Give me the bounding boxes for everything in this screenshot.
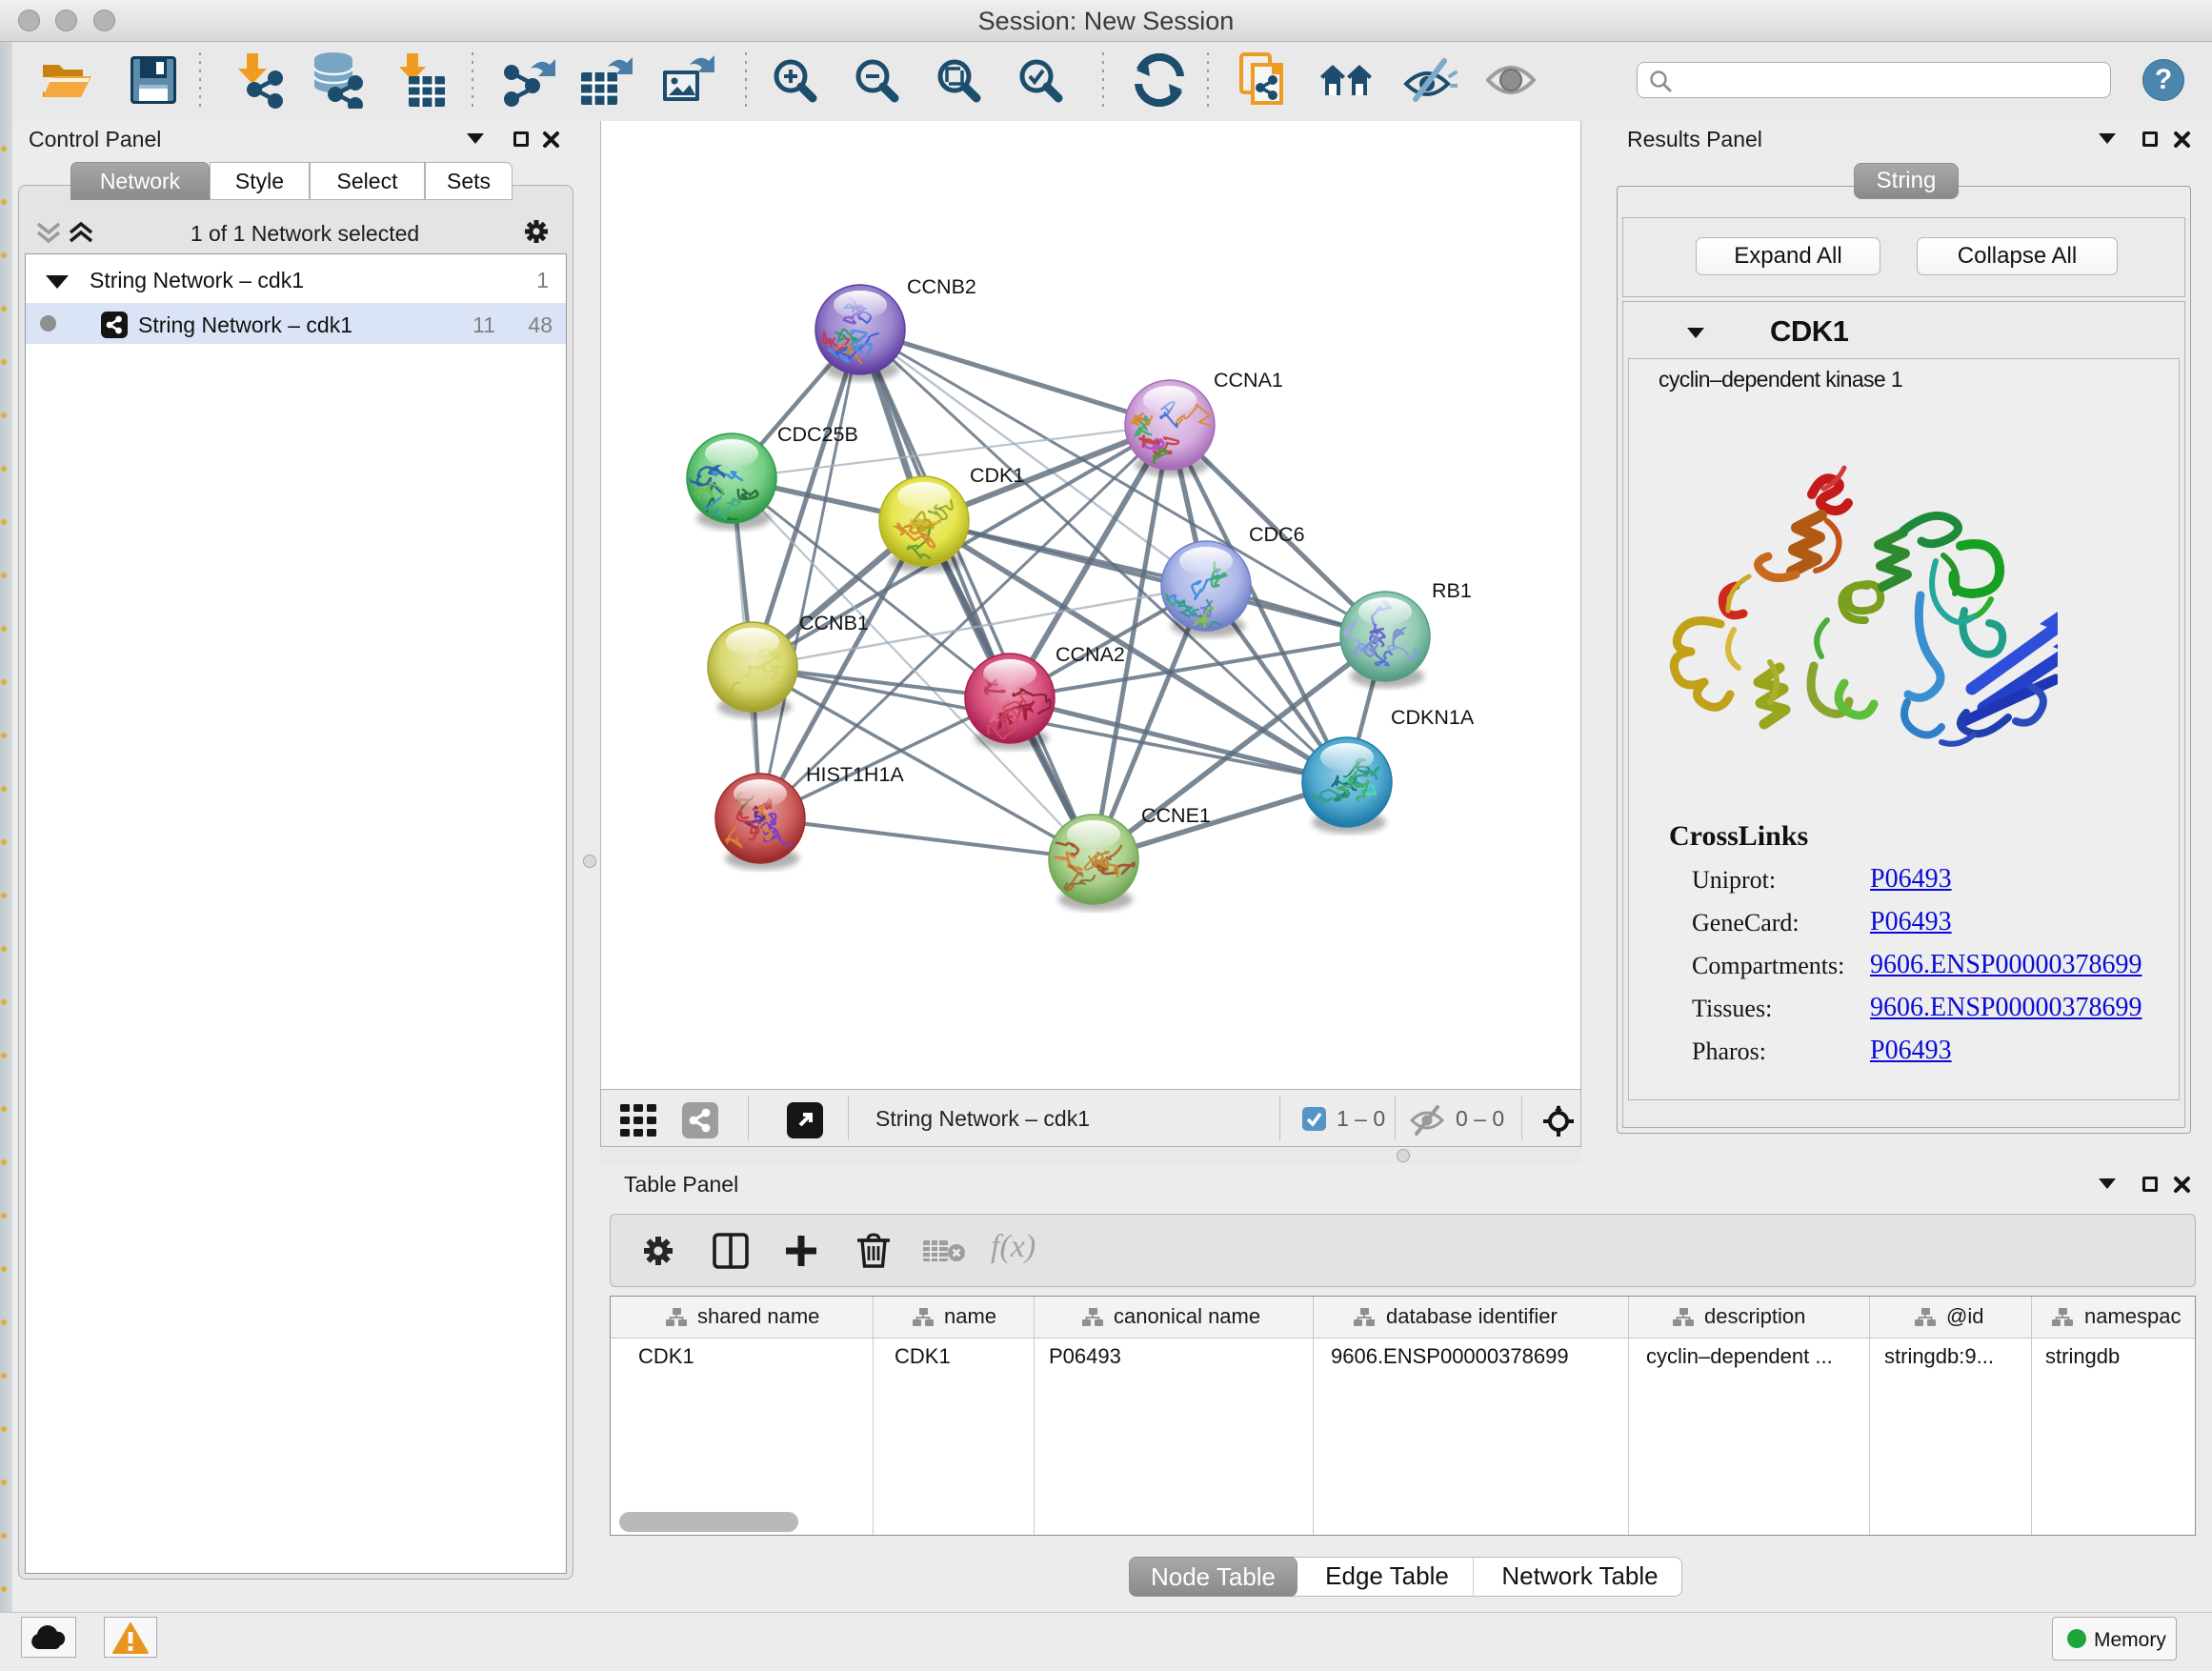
- svg-text:CDC6: CDC6: [1249, 523, 1305, 546]
- svg-text:CCNB2: CCNB2: [907, 275, 976, 298]
- svg-text:CCNA1: CCNA1: [1214, 369, 1283, 392]
- svg-text:HIST1H1A: HIST1H1A: [806, 763, 904, 786]
- svg-text:CCNE1: CCNE1: [1141, 804, 1211, 827]
- svg-text:CDK1: CDK1: [970, 464, 1024, 487]
- svg-text:CCNA2: CCNA2: [1056, 643, 1125, 666]
- svg-text:CDKN1A: CDKN1A: [1391, 706, 1475, 729]
- svg-text:CCNB1: CCNB1: [799, 612, 869, 634]
- svg-text:CDC25B: CDC25B: [777, 423, 858, 446]
- svg-text:RB1: RB1: [1432, 579, 1472, 602]
